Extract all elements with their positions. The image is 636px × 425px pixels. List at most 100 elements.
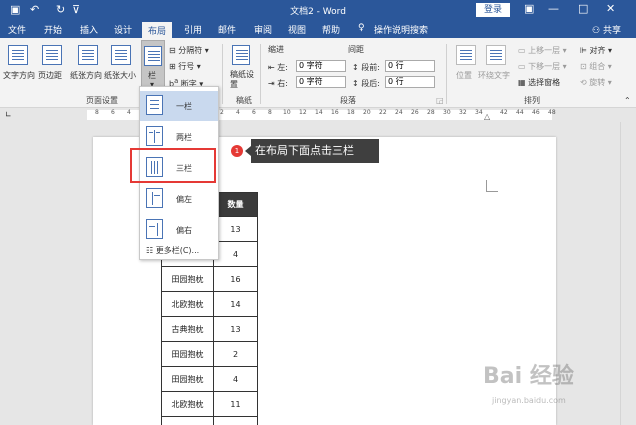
indent-left-input[interactable]: 0 字符 <box>296 60 346 72</box>
close-icon[interactable]: ✕ <box>606 2 615 15</box>
selection-pane-button[interactable]: ▦ 选择窗格 <box>518 77 560 88</box>
table-cell[interactable]: 2 <box>213 341 258 367</box>
icon-line <box>154 195 160 196</box>
table-cell[interactable]: 4 <box>213 366 258 392</box>
tab-references[interactable]: 引用 <box>184 23 202 36</box>
table-cell[interactable]: 古典抱枕 <box>161 316 214 342</box>
margin-corner-mark <box>486 180 498 192</box>
ruler-tick: 18 <box>347 109 355 116</box>
wrap-text-button[interactable]: 环绕文字 <box>478 70 510 81</box>
tab-help[interactable]: 帮助 <box>322 23 340 36</box>
line-numbers-button[interactable]: ⊞ 行号 ▾ <box>169 61 201 72</box>
bring-forward-label: 上移一层 <box>528 46 561 55</box>
table-cell[interactable]: 16 <box>213 266 258 292</box>
ribbon-options-icon[interactable]: ▣ <box>524 2 534 15</box>
dialog-launcher-icon[interactable]: ◲ <box>436 96 444 105</box>
manuscript-settings-button[interactable]: 稿纸设置 <box>230 70 254 90</box>
ruler-tick: 16 <box>331 109 339 116</box>
tab-review[interactable]: 审阅 <box>254 23 272 36</box>
table-cell[interactable]: 田园抱枕 <box>161 266 214 292</box>
tab-design[interactable]: 设计 <box>114 23 132 36</box>
tell-me-search[interactable]: 操作说明搜索 <box>374 23 428 36</box>
login-button[interactable]: 登录 <box>476 3 510 17</box>
icon-line <box>149 132 153 133</box>
table-row: 古典抱枕 13 <box>161 316 258 342</box>
table-cell[interactable]: 田园抱枕 <box>161 341 214 367</box>
menu-item-right[interactable]: 偏右 <box>140 215 218 245</box>
table-cell[interactable]: 北欧抱枕 <box>161 291 214 317</box>
space-before-input[interactable]: 0 行 <box>385 60 435 72</box>
two-columns-icon <box>146 126 163 146</box>
maximize-icon[interactable]: □ <box>578 2 588 15</box>
collapse-ribbon-icon[interactable]: ⌃ <box>624 96 631 105</box>
group-divider <box>222 44 223 104</box>
indent-right-label: 右: <box>277 79 288 88</box>
space-before-icon: ↕ 段前: <box>352 63 380 72</box>
horizontal-ruler: ∟ 8 6 4 2 2 4 6 8 10 12 14 16 18 20 22 2… <box>0 108 636 122</box>
text-direction-button[interactable]: 文字方向 <box>3 70 35 81</box>
page-setup-group-label: 页面设置 <box>86 96 118 105</box>
menu-item-one-column[interactable]: 一栏 <box>140 91 218 121</box>
position-button[interactable]: 位置 <box>456 70 472 81</box>
manuscript-icon[interactable] <box>232 45 250 65</box>
more-columns-item[interactable]: ☷ 更多栏(C)... <box>146 245 199 256</box>
wrap-text-icon[interactable] <box>486 45 506 65</box>
tab-file[interactable]: 文件 <box>8 23 26 36</box>
table-cell[interactable] <box>213 416 258 425</box>
position-icon[interactable] <box>456 45 476 65</box>
size-button[interactable]: 纸张大小 <box>104 70 136 81</box>
align-button[interactable]: ⊫ 对齐 ▾ <box>580 45 612 56</box>
selection-pane-label: 选择窗格 <box>528 78 561 87</box>
orientation-button[interactable]: 纸张方向 <box>70 70 102 81</box>
minimize-icon[interactable]: — <box>548 2 559 15</box>
table-cell[interactable]: 11 <box>213 391 258 417</box>
tab-mailings[interactable]: 邮件 <box>218 23 236 36</box>
spacing-label: 间距 <box>348 45 364 54</box>
indent-left-icon: ⇤ 左: <box>268 63 288 72</box>
text-direction-icon[interactable] <box>8 45 28 65</box>
breaks-label: 分隔符 <box>178 46 203 55</box>
column-right-icon <box>146 219 163 239</box>
ruler-tick: 28 <box>427 109 435 116</box>
table-header-cell[interactable]: 数量 <box>213 192 258 217</box>
orientation-icon[interactable] <box>78 45 98 65</box>
rotate-button[interactable]: ⟲ 旋转 ▾ <box>580 77 612 88</box>
ribbon-tabs: 文件 开始 插入 设计 布局 引用 邮件 审阅 视图 帮助 ♀ 操作说明搜索 ⚇… <box>0 20 636 38</box>
table-cell[interactable]: 北欧抱枕 <box>161 391 214 417</box>
margins-icon[interactable] <box>42 45 62 65</box>
tab-layout[interactable]: 布局 <box>142 22 173 38</box>
bring-forward-button[interactable]: ▭ 上移一层 ▾ <box>518 45 567 56</box>
group-divider <box>446 44 447 104</box>
table-cell[interactable]: 田园抱枕 <box>161 366 214 392</box>
tab-selector-icon[interactable]: ∟ <box>5 110 12 119</box>
tab-home[interactable]: 开始 <box>44 23 62 36</box>
table-cell[interactable] <box>161 416 214 425</box>
step-badge: 1 <box>231 145 243 157</box>
table-row: 田园抱枕 2 <box>161 341 258 367</box>
vertical-ruler <box>0 122 15 425</box>
table-cell[interactable]: 14 <box>213 291 258 317</box>
table-cell[interactable]: 4 <box>213 241 258 267</box>
vertical-scrollbar[interactable] <box>620 122 636 425</box>
tab-view[interactable]: 视图 <box>288 23 306 36</box>
margins-button[interactable]: 页边距 <box>38 70 62 81</box>
menu-item-left[interactable]: 偏左 <box>140 184 218 214</box>
send-backward-button[interactable]: ▭ 下移一层 ▾ <box>518 61 567 72</box>
tab-insert[interactable]: 插入 <box>80 23 98 36</box>
share-button[interactable]: ⚇ 共享 <box>592 23 621 36</box>
table-row <box>161 416 258 425</box>
menu-item-label: 一栏 <box>176 102 192 111</box>
ruler-tick: 2 <box>220 109 224 116</box>
space-after-input[interactable]: 0 行 <box>385 76 435 88</box>
table-cell[interactable]: 13 <box>213 216 258 242</box>
indent-right-input[interactable]: 0 字符 <box>296 76 346 88</box>
breaks-button[interactable]: ⊟ 分隔符 ▾ <box>169 45 209 56</box>
size-icon[interactable] <box>111 45 131 65</box>
space-before-label: 段前: <box>361 63 380 72</box>
paragraph-group-label: 段落 <box>340 96 356 105</box>
table-cell[interactable]: 13 <box>213 316 258 342</box>
right-indent-marker-icon[interactable]: △ <box>484 112 490 121</box>
one-column-icon <box>146 95 163 115</box>
share-label: 共享 <box>602 26 621 36</box>
group-button[interactable]: ⊡ 组合 ▾ <box>580 61 612 72</box>
